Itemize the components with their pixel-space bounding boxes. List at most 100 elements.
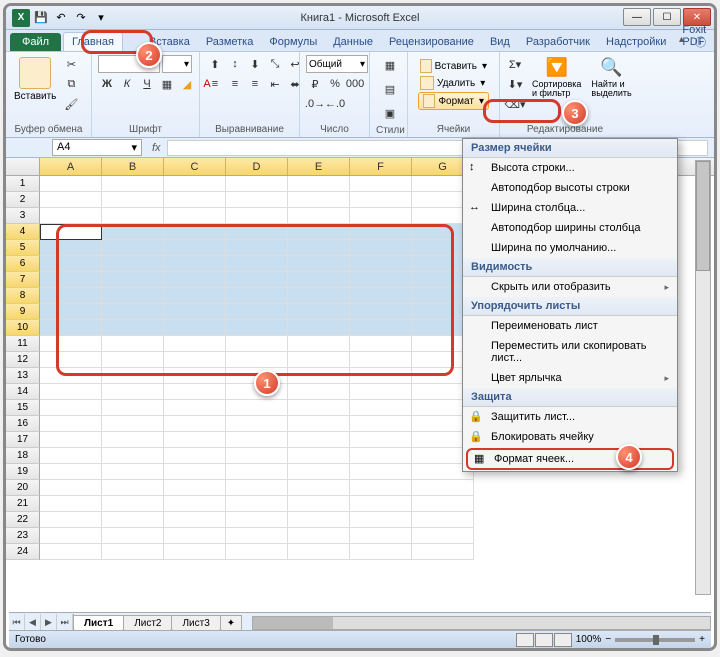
row-header[interactable]: 4 [6,224,40,240]
cell[interactable] [102,224,164,240]
dd-rename[interactable]: Переименовать лист [463,316,677,336]
cell[interactable] [412,512,474,528]
dd-lock-cell[interactable]: 🔒Блокировать ячейку [463,427,677,447]
cell[interactable] [350,544,412,560]
normal-view-icon[interactable] [516,633,534,647]
cell[interactable] [102,176,164,192]
cell[interactable] [350,464,412,480]
cell[interactable] [102,272,164,288]
zoom-in-button[interactable]: + [699,634,705,645]
row-header[interactable]: 1 [6,176,40,192]
minimize-button[interactable]: — [623,8,651,26]
inc-decimal-icon[interactable]: .0→ [306,95,324,113]
cell[interactable] [164,352,226,368]
cell[interactable] [226,416,288,432]
col-header[interactable]: C [164,158,226,175]
fill-icon[interactable]: ⬇▾ [506,75,524,93]
align-top-icon[interactable]: ⬆ [206,55,224,73]
border-icon[interactable]: ▦ [158,75,176,93]
file-tab[interactable]: Файл [10,33,61,51]
cell[interactable] [164,288,226,304]
cell[interactable] [350,448,412,464]
cell[interactable] [350,320,412,336]
cell[interactable] [226,272,288,288]
cell[interactable] [350,496,412,512]
row-header[interactable]: 8 [6,288,40,304]
fx-icon[interactable]: fx [146,142,167,154]
cell[interactable] [288,448,350,464]
cell[interactable] [40,528,102,544]
cell[interactable] [350,512,412,528]
cell[interactable] [288,368,350,384]
row-header[interactable]: 7 [6,272,40,288]
cell[interactable] [102,368,164,384]
cell[interactable] [288,480,350,496]
cell[interactable] [412,480,474,496]
page-layout-view-icon[interactable] [535,633,553,647]
row-header[interactable]: 24 [6,544,40,560]
sheet-tab[interactable]: Лист2 [123,615,172,631]
dd-hide-unhide[interactable]: Скрыть или отобразить▸ [463,277,677,297]
dd-tab-color[interactable]: Цвет ярлычка▸ [463,368,677,388]
row-header[interactable]: 2 [6,192,40,208]
row-header[interactable]: 23 [6,528,40,544]
cell[interactable] [40,176,102,192]
cell[interactable] [40,224,102,240]
cell[interactable] [102,512,164,528]
row-header[interactable]: 20 [6,480,40,496]
cell[interactable] [102,240,164,256]
new-sheet-button[interactable]: ✦ [220,615,242,631]
underline-icon[interactable]: Ч [138,75,156,93]
ribbon-minimize-icon[interactable]: ▴ [679,34,684,45]
italic-icon[interactable]: К [118,75,136,93]
font-size-combo[interactable]: ▾ [162,55,192,73]
cell[interactable] [288,288,350,304]
cell[interactable] [226,528,288,544]
cell[interactable] [164,368,226,384]
cell[interactable] [226,224,288,240]
row-header[interactable]: 12 [6,352,40,368]
align-left-icon[interactable]: ≡ [206,75,224,93]
cell[interactable] [40,208,102,224]
cell[interactable] [40,464,102,480]
cell[interactable] [226,320,288,336]
cell[interactable] [288,176,350,192]
zoom-out-button[interactable]: − [605,634,611,645]
cell[interactable] [102,448,164,464]
cell[interactable] [40,368,102,384]
row-header[interactable]: 19 [6,464,40,480]
row-header[interactable]: 9 [6,304,40,320]
align-middle-icon[interactable]: ↕ [226,55,244,73]
cell[interactable] [102,544,164,560]
select-all-corner[interactable] [6,158,40,175]
cell[interactable] [288,352,350,368]
indent-dec-icon[interactable]: ⇤ [266,75,284,93]
cell[interactable] [288,336,350,352]
sort-filter-button[interactable]: 🔽 Сортировка и фильтр [530,55,583,100]
cell[interactable] [350,256,412,272]
cell[interactable] [288,544,350,560]
cell[interactable] [226,464,288,480]
name-box[interactable]: A4▾ [52,139,142,156]
sheet-tab[interactable]: Лист1 [73,615,124,631]
cell[interactable] [102,496,164,512]
cell[interactable] [40,400,102,416]
row-header[interactable]: 21 [6,496,40,512]
cell[interactable] [350,288,412,304]
cell[interactable] [226,176,288,192]
cell[interactable] [102,352,164,368]
dd-move[interactable]: Переместить или скопировать лист... [463,336,677,368]
cell[interactable] [164,384,226,400]
cell[interactable] [102,208,164,224]
cell[interactable] [288,512,350,528]
dd-format-cells[interactable]: ▦Формат ячеек... [466,448,674,470]
orientation-icon[interactable]: ⤡ [266,55,284,73]
number-format-combo[interactable]: Общий▾ [306,55,368,73]
tab-data[interactable]: Данные [325,33,381,51]
tab-addins[interactable]: Надстройки [598,33,674,51]
cell[interactable] [164,416,226,432]
comma-icon[interactable]: 000 [346,75,364,93]
cell[interactable] [350,432,412,448]
dd-autofit-row[interactable]: Автоподбор высоты строки [463,178,677,198]
save-icon[interactable]: 💾 [32,9,50,27]
